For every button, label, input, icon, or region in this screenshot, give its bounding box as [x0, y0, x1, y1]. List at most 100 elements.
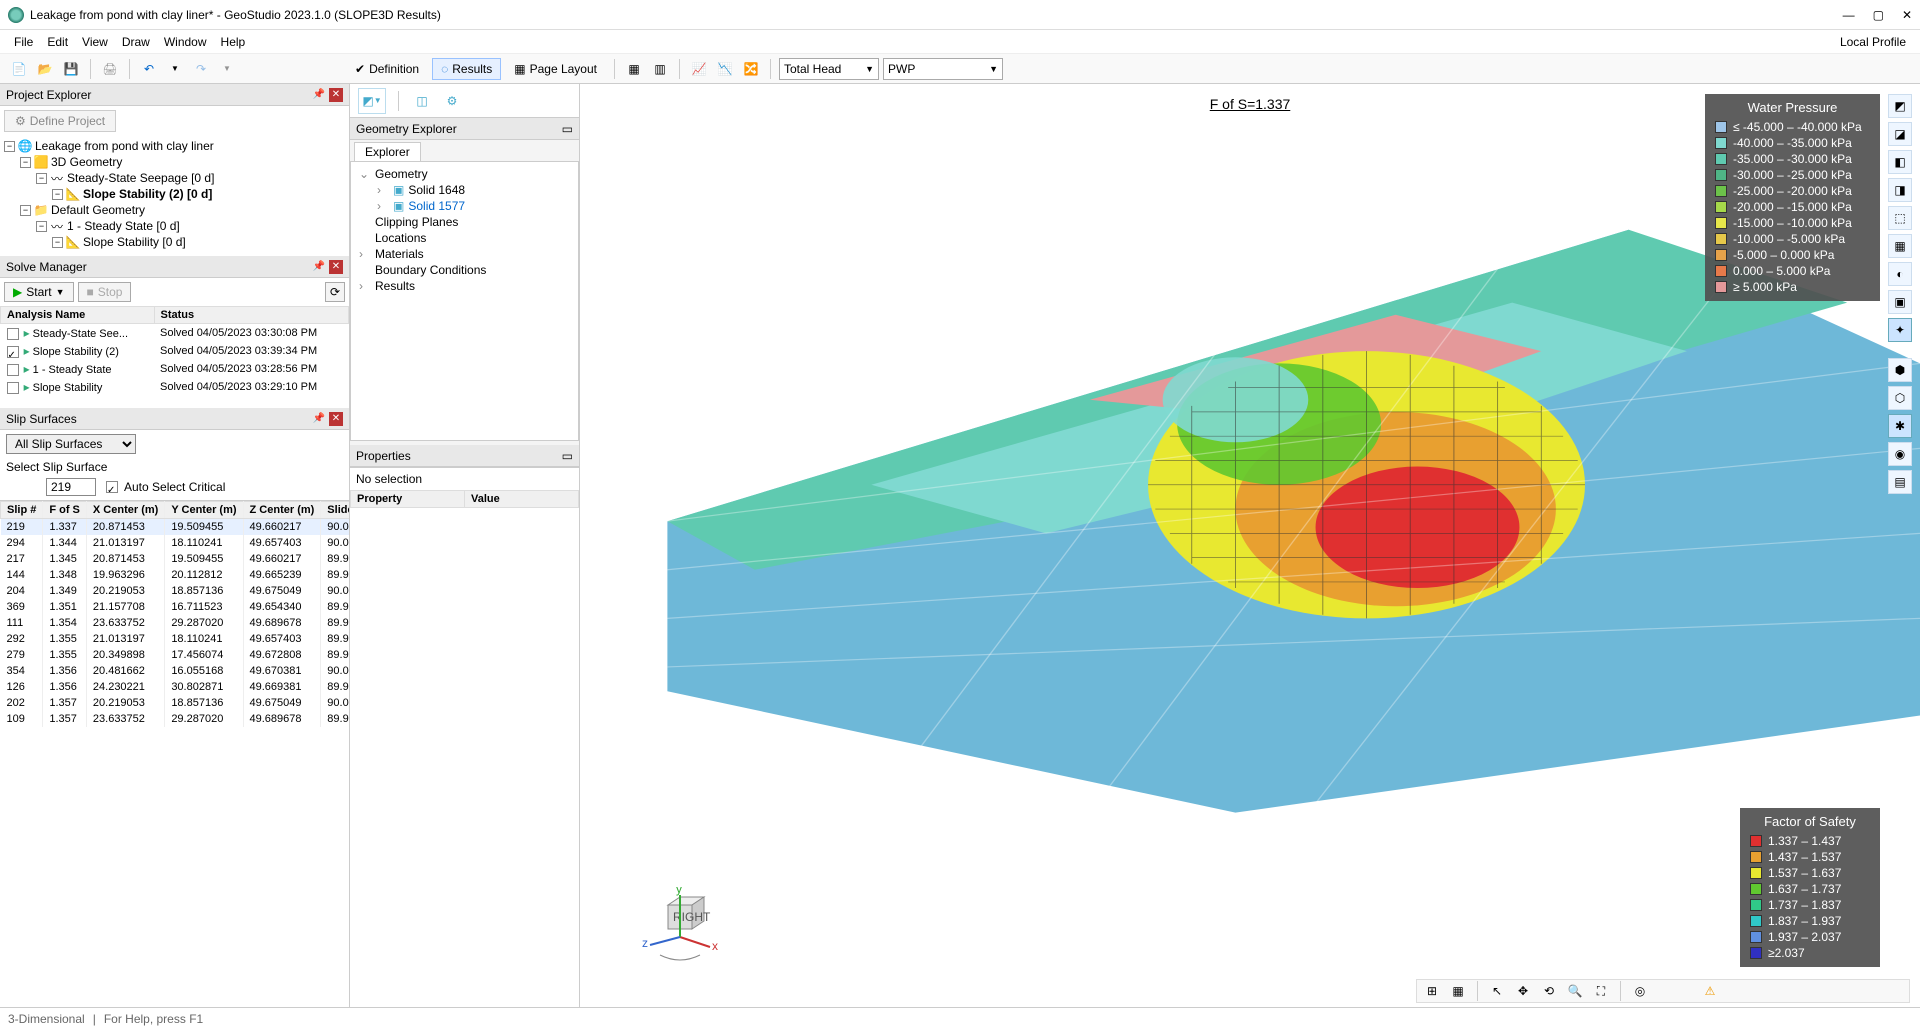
table-row[interactable]: 2041.34920.21905318.85713649.67504990.00…	[1, 583, 350, 599]
open-icon[interactable]: 📂	[34, 58, 56, 80]
solve-table[interactable]: Analysis NameStatus ▸ Steady-State See..…	[0, 306, 349, 396]
redo-icon[interactable]: ↷	[190, 58, 212, 80]
view-tool-4-icon[interactable]: ◨	[1888, 178, 1912, 202]
save-icon[interactable]: 💾	[60, 58, 82, 80]
start-button[interactable]: ▶Start▼	[4, 282, 74, 302]
dock-icon[interactable]: ▭	[562, 122, 573, 136]
view-tool-1-icon[interactable]: ◩	[1888, 94, 1912, 118]
page-layout-button[interactable]: ▦Page Layout	[505, 58, 606, 80]
bt-icon-7[interactable]: ⛶	[1590, 980, 1612, 1002]
undo-drop-icon[interactable]: ▼	[164, 58, 186, 80]
wireframe-icon[interactable]: ◫	[411, 90, 433, 112]
table-row[interactable]: 1091.35723.63375229.28702049.68967889.98…	[1, 711, 350, 727]
settings-icon[interactable]: ⚙	[441, 90, 463, 112]
tool-icon-1[interactable]: ▦	[623, 58, 645, 80]
bt-icon-3[interactable]: ↖	[1486, 980, 1508, 1002]
close-panel-icon[interactable]: ✕	[329, 260, 343, 274]
close-panel-icon[interactable]: ✕	[329, 412, 343, 426]
results-button[interactable]: ◌Results	[432, 58, 501, 80]
define-project-button[interactable]: ⚙Define Project	[4, 110, 116, 132]
viewport-3d[interactable]: F of S=1.337 Water Pressure ≤ -45.000 – …	[580, 84, 1920, 1007]
slip-number-input[interactable]	[46, 478, 96, 496]
minimize-button[interactable]: —	[1843, 8, 1855, 22]
menu-file[interactable]: File	[14, 35, 33, 49]
view-tool-7-icon[interactable]: ◐	[1888, 262, 1912, 286]
tree-row[interactable]: −〰1 - Steady State [0 d]	[4, 218, 345, 234]
tree-row[interactable]: Boundary Conditions	[355, 262, 574, 278]
redo-drop-icon[interactable]: ▼	[216, 58, 238, 80]
table-row[interactable]: 1111.35423.63375229.28702049.68967889.99…	[1, 615, 350, 631]
bt-icon-2[interactable]: ▦	[1447, 980, 1469, 1002]
tree-row[interactable]: ›▣Solid 1648	[355, 182, 574, 198]
checkbox[interactable]	[7, 382, 19, 394]
view-tool-14-icon[interactable]: ▤	[1888, 470, 1912, 494]
slip-table[interactable]: Slip #F of SX Center (m)Y Center (m)Z Ce…	[0, 501, 349, 727]
table-row[interactable]: 3541.35620.48166216.05516849.67038190.06…	[1, 663, 350, 679]
bt-icon-5[interactable]: ⟲	[1538, 980, 1560, 1002]
pin-icon[interactable]: 📌	[313, 261, 325, 272]
checkbox[interactable]	[7, 364, 19, 376]
print-icon[interactable]: 🖨	[99, 58, 121, 80]
menu-help[interactable]: Help	[221, 35, 246, 49]
menu-draw[interactable]: Draw	[122, 35, 150, 49]
table-row[interactable]: 2921.35521.01319718.11024149.65740389.98…	[1, 631, 350, 647]
tree-row[interactable]: −🟨3D Geometry	[4, 154, 345, 170]
view-tool-12-icon[interactable]: ✱	[1888, 414, 1912, 438]
view-tool-13-icon[interactable]: ◉	[1888, 442, 1912, 466]
close-button[interactable]: ✕	[1902, 8, 1912, 22]
table-row[interactable]: 2941.34421.01319718.11024149.65740390.03	[1, 535, 350, 551]
menu-view[interactable]: View	[82, 35, 108, 49]
pin-icon[interactable]: 📌	[313, 89, 325, 100]
tree-row[interactable]: −〰Steady-State Seepage [0 d]	[4, 170, 345, 186]
table-row[interactable]: 3691.35121.15770816.71152349.65434089.98…	[1, 599, 350, 615]
tool-icon-5[interactable]: 🔀	[740, 58, 762, 80]
view-tool-5-icon[interactable]: ⬚	[1888, 206, 1912, 230]
tool-icon-2[interactable]: ▥	[649, 58, 671, 80]
tree-row[interactable]: −📐Slope Stability (2) [0 d]	[4, 186, 345, 202]
checkbox[interactable]	[7, 328, 19, 340]
collapse-icon[interactable]: −	[4, 141, 15, 152]
table-row[interactable]: ▸ Slope StabilitySolved 04/05/2023 03:29…	[1, 378, 349, 396]
result-subtype-select[interactable]: PWP▼	[883, 58, 1003, 80]
explorer-tab[interactable]: Explorer	[354, 142, 421, 161]
tree-row[interactable]: ›Materials	[355, 246, 574, 262]
maximize-button[interactable]: ▢	[1873, 8, 1884, 22]
tool-icon-3[interactable]: 📈	[688, 58, 710, 80]
view-tool-10-icon[interactable]: ⬢	[1888, 358, 1912, 382]
result-type-select[interactable]: Total Head▼	[779, 58, 879, 80]
close-panel-icon[interactable]: ✕	[329, 88, 343, 102]
tree-row[interactable]: ›Results	[355, 278, 574, 294]
refresh-button[interactable]: ⟳	[325, 282, 345, 302]
menu-edit[interactable]: Edit	[47, 35, 68, 49]
bt-icon-8[interactable]: ◎	[1629, 980, 1651, 1002]
stop-button[interactable]: ■Stop	[78, 282, 132, 302]
cube-tool-icon[interactable]: ◩▼	[358, 88, 386, 114]
table-row[interactable]: 2171.34520.87145319.50945549.66021789.97	[1, 551, 350, 567]
slip-filter-select[interactable]: All Slip Surfaces	[6, 434, 136, 454]
tree-row[interactable]: −📐Slope Stability [0 d]	[4, 234, 345, 250]
tree-row[interactable]: Clipping Planes	[355, 214, 574, 230]
checkbox[interactable]	[7, 346, 19, 358]
tree-row[interactable]: ›▣Solid 1577	[355, 198, 574, 214]
bt-icon-4[interactable]: ✥	[1512, 980, 1534, 1002]
table-row[interactable]: 2191.33720.87145319.50945549.66021790.00…	[1, 519, 350, 536]
view-tool-9-icon[interactable]: ✦	[1888, 318, 1912, 342]
view-tool-3-icon[interactable]: ◧	[1888, 150, 1912, 174]
new-icon[interactable]: 📄	[8, 58, 30, 80]
table-row[interactable]: 1441.34819.96329620.11281249.66523989.99	[1, 567, 350, 583]
view-tool-2-icon[interactable]: ◪	[1888, 122, 1912, 146]
dock-icon[interactable]: ▭	[562, 449, 573, 463]
pin-icon[interactable]: 📌	[313, 413, 325, 424]
table-row[interactable]: 2021.35720.21905318.85713649.67504990.02…	[1, 695, 350, 711]
tree-row[interactable]: Locations	[355, 230, 574, 246]
auto-select-checkbox[interactable]: Auto Select Critical	[106, 480, 225, 494]
project-tree[interactable]: −🌐Leakage from pond with clay liner −🟨3D…	[0, 136, 349, 252]
menu-window[interactable]: Window	[164, 35, 207, 49]
table-row[interactable]: ▸ 1 - Steady StateSolved 04/05/2023 03:2…	[1, 360, 349, 378]
tree-row[interactable]: −📁Default Geometry	[4, 202, 345, 218]
definition-button[interactable]: ✔Definition	[346, 58, 428, 80]
tool-icon-4[interactable]: 📉	[714, 58, 736, 80]
warning-icon[interactable]: ⚠	[1699, 980, 1721, 1002]
axis-gizmo[interactable]: RIGHT x y z	[640, 887, 720, 967]
bt-icon-6[interactable]: 🔍	[1564, 980, 1586, 1002]
